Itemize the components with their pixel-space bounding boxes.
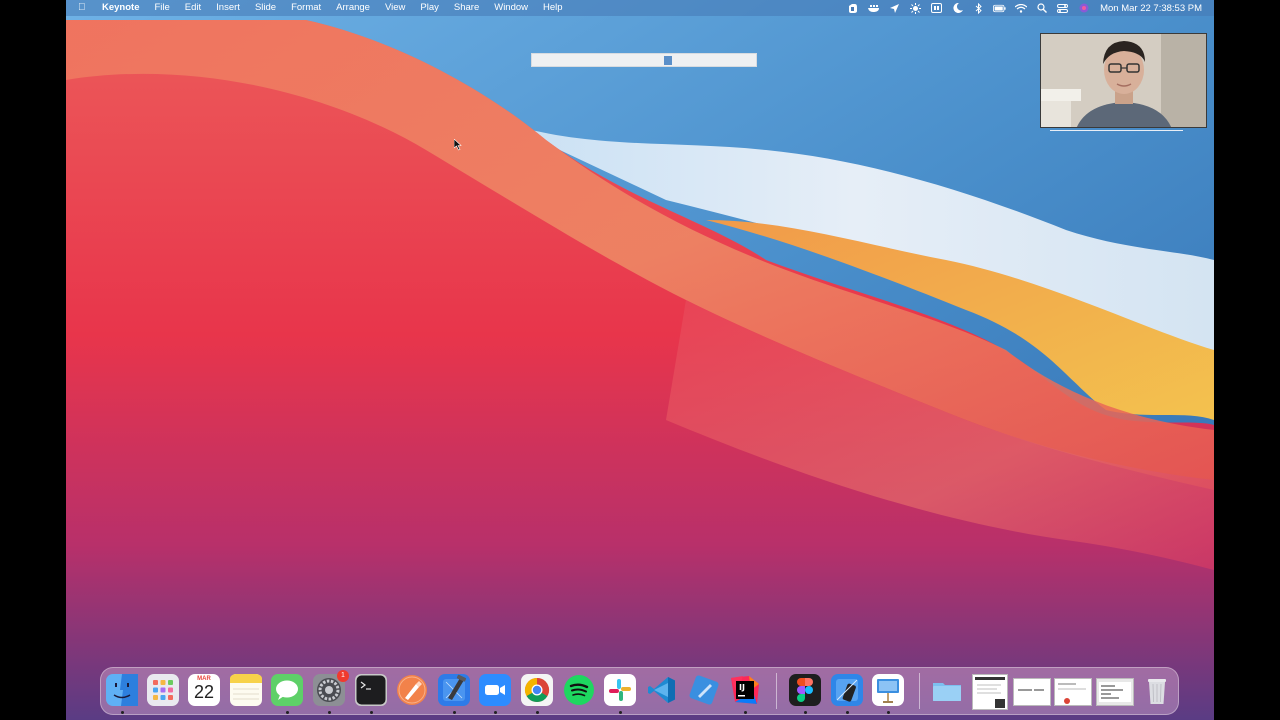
settings-badge: 1 [337,670,349,682]
messages-running-indicator [286,711,289,714]
keynote-running-indicator [887,711,890,714]
chrome-running-indicator [536,711,539,714]
siri-icon[interactable] [1077,0,1090,16]
recent-terminal-thumbnail[interactable] [1096,678,1134,706]
notability-icon[interactable] [688,674,720,706]
intellij-running-indicator [744,711,747,714]
finder-icon[interactable] [106,674,138,706]
sketch-icon[interactable] [396,674,428,706]
finder-running-indicator [121,711,124,714]
intellij-icon[interactable]: IJ [729,674,761,706]
dock-separator [776,673,777,709]
recent-screenshot-thumbnail[interactable] [1013,678,1051,706]
menu-file[interactable]: File [147,0,177,16]
webcam-person-image [1041,34,1206,127]
downloads-folder-icon[interactable] [931,674,963,706]
terminal-running-indicator [370,711,373,714]
xcode-icon[interactable] [438,674,470,706]
calendar-icon[interactable]: MAR 22 [188,674,220,706]
webcam-overlay [1040,33,1207,128]
menu-play[interactable]: Play [413,0,446,16]
mouse-cursor-icon [454,139,462,151]
do-not-disturb-icon[interactable] [951,0,964,16]
system-preferences-running-indicator [328,711,331,714]
trash-icon[interactable] [1141,674,1173,706]
recent-document-thumbnail[interactable] [972,674,1008,710]
launchpad-icon[interactable] [147,674,179,706]
slack-icon[interactable] [604,674,636,706]
zoom-running-indicator [494,711,497,714]
control-center-icon[interactable] [1056,0,1069,16]
calendar-day: 22 [193,682,215,702]
recent-browser-thumbnail[interactable] [1054,678,1092,706]
figma-running-indicator [804,711,807,714]
webcam-caption-bar [1050,130,1183,131]
menu-insert[interactable]: Insert [209,0,248,16]
menubar-clock[interactable]: Mon Mar 22 7:38:53 PM [1100,3,1202,14]
wifi-icon[interactable] [1014,0,1027,16]
menu-arrange[interactable]: Arrange [329,0,378,16]
system-preferences-icon[interactable]: 1 [313,670,349,706]
app-menu-keynote[interactable]: Keynote [95,0,147,16]
messages-icon[interactable] [271,674,303,706]
docker-icon[interactable] [867,0,880,16]
progress-indicator [664,56,672,65]
simulator-icon[interactable] [831,674,863,706]
slack-running-indicator [619,711,622,714]
dock-separator-stacks [919,673,920,709]
intellij-label: IJ [739,683,745,692]
desktop-screen:  Keynote File Edit Insert Slide Format … [66,0,1214,720]
apple-menu-icon[interactable]:  [66,0,95,16]
menu-window[interactable]: Window [487,0,536,16]
keynote-icon[interactable] [872,674,904,706]
xcode-running-indicator [453,711,456,714]
spotlight-icon[interactable] [1035,0,1048,16]
menu-slide[interactable]: Slide [247,0,283,16]
figma-icon[interactable] [789,674,821,706]
evernote-icon[interactable] [846,0,859,16]
spotify-icon[interactable] [563,674,595,706]
notes-icon[interactable] [230,674,262,706]
chrome-icon[interactable] [521,674,553,706]
terminal-icon[interactable] [355,674,387,706]
menu-edit[interactable]: Edit [177,0,208,16]
menu-format[interactable]: Format [284,0,329,16]
menu-help[interactable]: Help [536,0,571,16]
loading-progress-bar [531,53,757,67]
menu-share[interactable]: Share [446,0,486,16]
menu-view[interactable]: View [377,0,412,16]
bluetooth-icon[interactable] [972,0,985,16]
brightness-icon[interactable] [909,0,922,16]
zoom-icon[interactable] [479,674,511,706]
menu-bar:  Keynote File Edit Insert Slide Format … [66,0,1214,16]
simulator-running-indicator [846,711,849,714]
vscode-icon[interactable] [646,674,678,706]
bear-icon[interactable] [930,0,943,16]
notification-icon[interactable] [888,0,901,16]
battery-icon[interactable] [993,0,1006,16]
